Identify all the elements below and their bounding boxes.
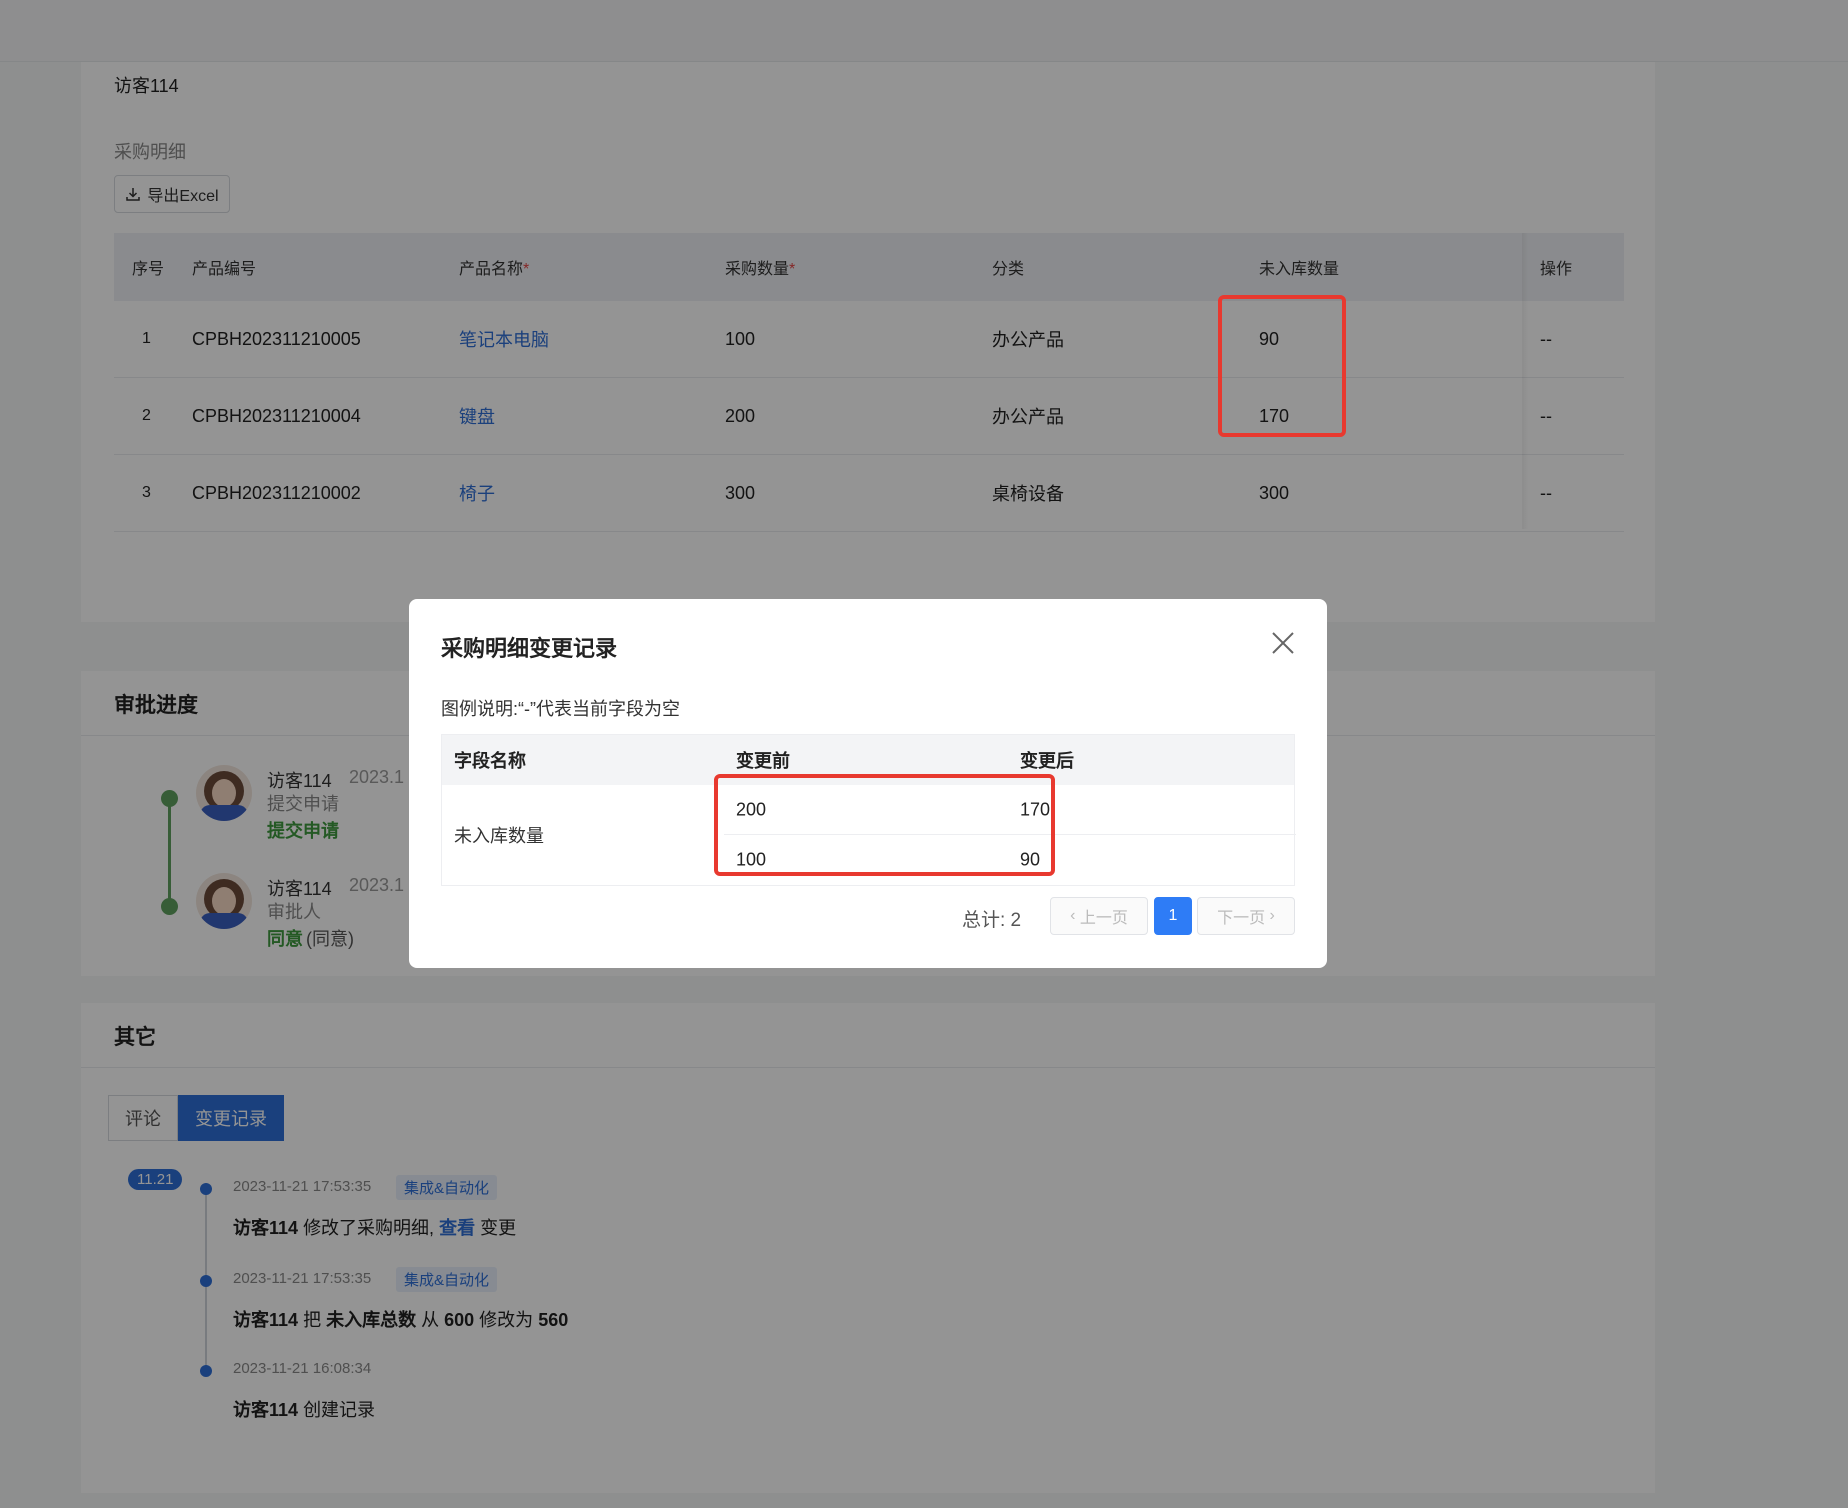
change-log-modal: 采购明细变更记录 图例说明:“-”代表当前字段为空 字段名称 变更前 变更后 未… [409, 599, 1327, 968]
col-header-before: 变更前 [736, 751, 790, 771]
page-button-current[interactable]: 1 [1154, 897, 1192, 935]
col-header-after: 变更后 [1020, 751, 1074, 771]
modal-title: 采购明细变更记录 [441, 636, 618, 661]
col-header-field: 字段名称 [454, 751, 526, 771]
modal-legend: 图例说明:“-”代表当前字段为空 [441, 699, 680, 719]
next-page-label: 下一页 [1217, 910, 1266, 927]
highlight-box-table [1218, 295, 1346, 437]
pagination-total: 总计: 2 [962, 910, 1022, 931]
close-icon[interactable] [1269, 629, 1297, 657]
chevron-right-icon: › [1265, 907, 1275, 924]
next-page-button[interactable]: 下一页 › [1197, 897, 1295, 935]
prev-page-button[interactable]: ‹ 上一页 [1050, 897, 1148, 935]
chevron-left-icon: ‹ [1070, 907, 1080, 924]
prev-page-label: 上一页 [1079, 910, 1128, 927]
highlight-box-modal [714, 774, 1055, 876]
field-name: 未入库数量 [454, 826, 544, 846]
